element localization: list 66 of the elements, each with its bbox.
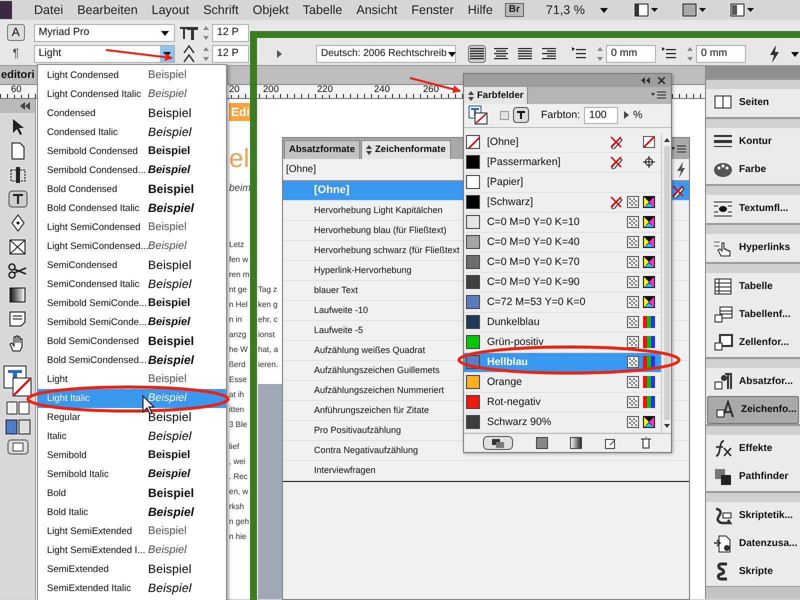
body-text: ßerd [229, 359, 246, 371]
body-text: anzg [229, 329, 248, 341]
body-text: ionst [258, 329, 276, 341]
font-sample: Beispiel [148, 581, 192, 596]
font-sample: Beispiel [148, 240, 187, 254]
body-text: at ih [229, 389, 246, 401]
font-sample: Beispiel [148, 334, 194, 349]
body-text: ren m [229, 269, 250, 281]
page-title: el [229, 143, 250, 173]
body-text: Letz [229, 239, 246, 251]
font-sample: Beispiel [148, 296, 190, 310]
font-sample: Beispiel [148, 429, 192, 444]
font-sample: Beispiel [148, 524, 187, 538]
font-sample: Beispiel [148, 316, 190, 330]
font-sample: Beispiel [148, 468, 190, 482]
body-text: en, w [229, 486, 250, 498]
body-text: Tag z [258, 284, 278, 296]
body-text: ieren. [258, 359, 280, 371]
page-heading: Edi [229, 103, 250, 121]
body-text: Esse [229, 374, 248, 386]
body-text: n geh [229, 516, 250, 528]
body-text: fen w [229, 254, 250, 266]
body-text: . Rec [229, 471, 249, 483]
body-text: lief [229, 441, 240, 453]
font-sample: Beispiel [148, 392, 187, 406]
ruler-label: 220 [316, 85, 334, 96]
font-sample: Beispiel [148, 164, 190, 178]
body-text: itten [229, 404, 246, 416]
ruler-label: 240 [373, 85, 391, 96]
tint-label: Farbton: [541, 109, 580, 122]
ruler-label: 60 [10, 85, 23, 96]
font-sample: Beispiel [148, 258, 192, 273]
body-text: , wei [229, 456, 246, 468]
font-sample: Beispiel [148, 88, 187, 102]
font-sample: Beispiel [148, 125, 192, 140]
font-sample: Beispiel [148, 372, 187, 386]
body-text: n hie [229, 531, 248, 543]
font-sample: Beispiel [148, 201, 194, 216]
body-text: rksh [229, 501, 246, 513]
font-sample: Beispiel [148, 106, 192, 121]
font-sample: Beispiel [148, 68, 187, 82]
page-subtitle: beim [229, 183, 250, 195]
font-sample: Beispiel [148, 448, 190, 462]
ruler-label: 260 [422, 85, 440, 96]
body-text: nt ge [229, 284, 248, 296]
font-sample: Beispiel [148, 486, 194, 501]
font-sample: Beispiel [148, 277, 192, 292]
body-text: n Hel [229, 299, 249, 311]
font-sample: Beispiel [148, 410, 192, 425]
font-sample: Beispiel [148, 505, 194, 520]
font-sample: Beispiel [148, 562, 192, 577]
body-text: n in [229, 314, 243, 326]
body-text: ehr, c [258, 314, 279, 326]
font-sample: Beispiel [148, 220, 187, 234]
ruler-label: 20 [228, 85, 241, 96]
font-sample: Beispiel [148, 144, 190, 158]
body-text: 3 Ble [229, 419, 248, 431]
body-text: he W [229, 344, 249, 356]
body-text: hat, a [258, 344, 280, 356]
body-text: ken g [258, 299, 279, 311]
font-sample: Beispiel [148, 353, 194, 368]
font-sample: Beispiel [148, 544, 187, 558]
current-style-label: [Ohne] [286, 164, 316, 176]
tint-unit: % [633, 109, 642, 122]
font-sample: Beispiel [148, 182, 194, 197]
ruler-label: 200 [262, 85, 280, 96]
